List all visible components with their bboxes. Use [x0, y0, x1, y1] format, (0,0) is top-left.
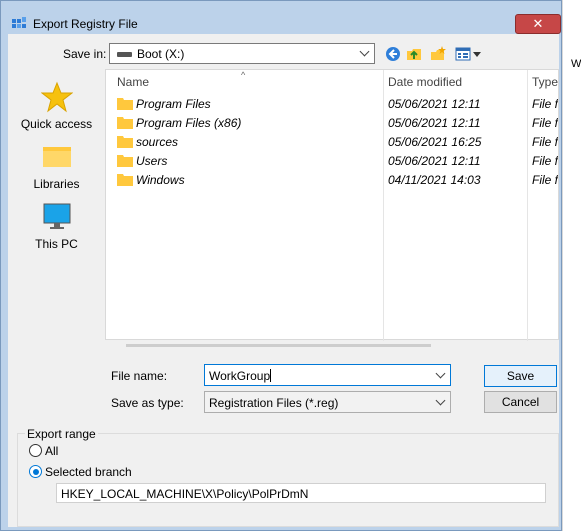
registry-editor-icon [12, 17, 26, 28]
column-header-date-modified[interactable]: Date modified [388, 70, 462, 94]
file-type: File folder [532, 135, 558, 149]
title-bar[interactable]: Export Registry File ✕ [1, 1, 561, 34]
place-quick-access[interactable]: Quick access [8, 81, 105, 131]
star-icon [40, 81, 73, 113]
window-title: Export Registry File [33, 17, 138, 31]
save-as-type-value: Registration Files (*.reg) [209, 396, 339, 410]
sort-ascending-icon: ^ [241, 70, 246, 80]
cancel-button[interactable]: Cancel [484, 391, 557, 413]
libraries-icon [42, 147, 71, 167]
file-name: sources [136, 135, 179, 149]
folder-icon [117, 117, 133, 129]
file-type: File folder [532, 154, 558, 168]
save-in-label: Save in: [63, 47, 107, 61]
drive-icon [117, 52, 132, 57]
radio-selected-branch[interactable] [29, 465, 42, 478]
file-name: Windows [136, 173, 185, 187]
file-list[interactable]: ^ Name Date modified Type Program Files … [105, 69, 559, 341]
export-range-legend: Export range [25, 427, 98, 441]
folder-icon [117, 155, 133, 167]
file-name: Program Files (x86) [136, 116, 242, 130]
place-label: Quick access [20, 117, 93, 131]
save-in-dropdown[interactable]: Boot (X:) [109, 43, 375, 64]
group-frame [17, 433, 559, 527]
back-icon[interactable] [385, 46, 401, 62]
file-date: 05/06/2021 12:11 [388, 154, 481, 168]
file-type: File folder [532, 173, 558, 187]
list-item[interactable]: Program Files (x86) 05/06/2021 12:11 Fil… [106, 113, 558, 132]
background-window-edge: W [562, 0, 581, 531]
file-name: Program Files [136, 97, 211, 111]
folder-icon [117, 136, 133, 148]
chevron-down-icon [435, 395, 446, 406]
list-item[interactable]: Program Files 05/06/2021 12:11 File fold… [106, 94, 558, 113]
save-as-type-label: Save as type: [111, 396, 184, 410]
selected-branch-input[interactable]: HKEY_LOCAL_MACHINE\X\Policy\PolPrDmN [56, 483, 546, 503]
place-libraries[interactable]: Libraries [8, 141, 105, 191]
horizontal-scrollbar[interactable] [126, 344, 431, 347]
export-registry-dialog: Export Registry File ✕ Save in: Boot (X:… [0, 0, 562, 531]
list-item[interactable]: Windows 04/11/2021 14:03 File folder [106, 170, 558, 189]
place-label: Libraries [33, 177, 80, 191]
column-header-name[interactable]: Name [117, 70, 149, 94]
branch-path-value: HKEY_LOCAL_MACHINE\X\Policy\PolPrDmN [61, 487, 309, 501]
views-dropdown-arrow-icon[interactable] [473, 52, 481, 57]
save-button[interactable]: Save [484, 365, 557, 387]
new-folder-icon[interactable] [430, 46, 446, 62]
file-name: Users [136, 154, 168, 168]
save-in-value: Boot (X:) [137, 47, 185, 61]
list-item[interactable]: sources 05/06/2021 16:25 File folder [106, 132, 558, 151]
folder-icon [117, 98, 133, 110]
close-icon: ✕ [532, 16, 544, 31]
monitor-icon [43, 203, 70, 229]
background-window-text: W [571, 58, 581, 70]
file-date: 05/06/2021 16:25 [388, 135, 482, 149]
place-label: This PC [35, 237, 78, 251]
text-cursor [270, 369, 272, 382]
file-type: File folder [532, 116, 558, 130]
chevron-down-icon[interactable] [435, 368, 446, 379]
views-menu-icon[interactable] [455, 46, 471, 62]
dialog-body: Save in: Boot (X:) Quick access Librarie… [8, 34, 559, 527]
save-as-type-dropdown[interactable]: Registration Files (*.reg) [204, 391, 451, 413]
file-date: 04/11/2021 14:03 [388, 173, 481, 187]
folder-icon [117, 174, 133, 186]
radio-all[interactable] [29, 444, 42, 457]
radio-all-label[interactable]: All [45, 444, 58, 458]
file-name-input[interactable]: WorkGroup [204, 364, 451, 386]
radio-selected-branch-label[interactable]: Selected branch [45, 465, 132, 479]
file-date: 05/06/2021 12:11 [388, 116, 481, 130]
file-name-label: File name: [111, 369, 168, 383]
up-folder-icon[interactable] [406, 46, 422, 62]
file-name-value: WorkGroup [209, 369, 271, 383]
places-bar: Quick access Libraries This PC [8, 69, 105, 409]
list-item[interactable]: Users 05/06/2021 12:11 File folder [106, 151, 558, 170]
file-type: File folder [532, 97, 558, 111]
file-date: 05/06/2021 12:11 [388, 97, 481, 111]
column-header-type[interactable]: Type [532, 70, 558, 94]
place-this-pc[interactable]: This PC [8, 201, 105, 251]
chevron-down-icon [359, 46, 370, 57]
close-button[interactable]: ✕ [515, 14, 561, 34]
